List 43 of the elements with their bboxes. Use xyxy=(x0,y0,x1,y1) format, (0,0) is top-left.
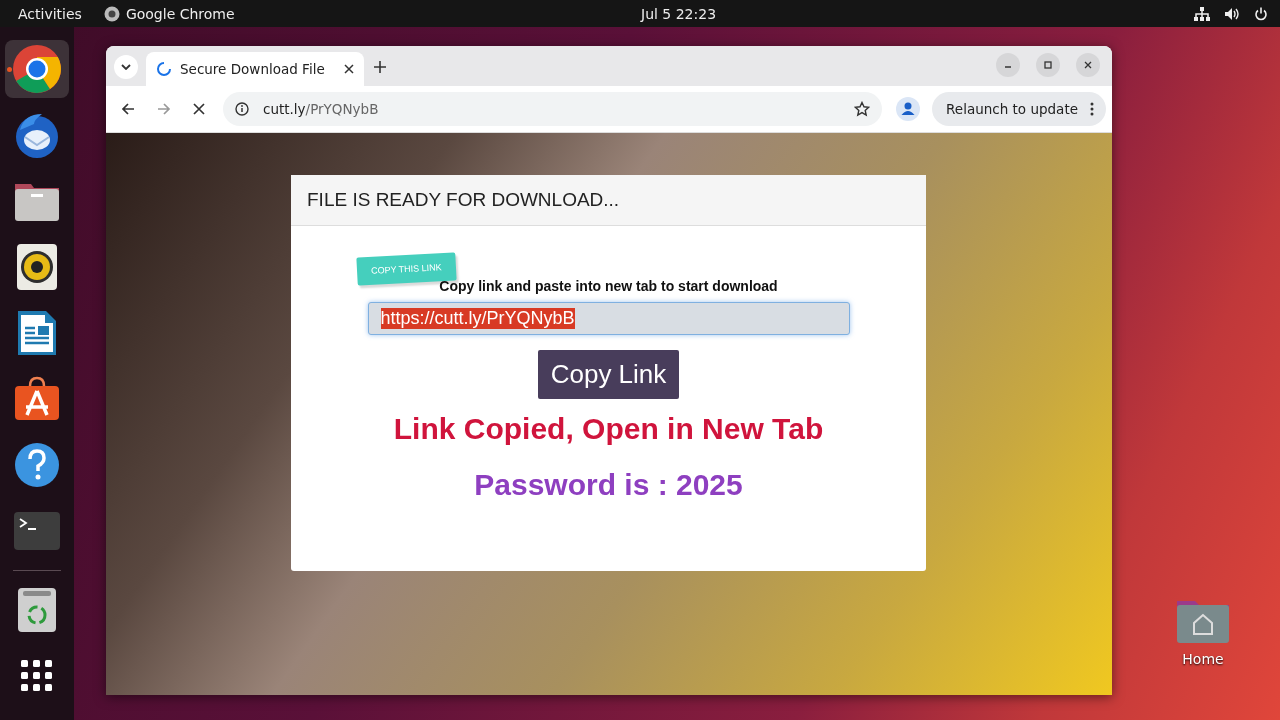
chevron-down-icon xyxy=(121,64,131,70)
more-icon[interactable] xyxy=(1090,102,1094,116)
forward-icon[interactable] xyxy=(157,102,171,116)
shopping-bag-icon xyxy=(14,376,60,422)
close-icon xyxy=(1083,60,1093,70)
relaunch-button[interactable]: Relaunch to update xyxy=(932,92,1106,126)
copy-link-button[interactable]: Copy Link xyxy=(537,350,680,399)
app-grid-icon xyxy=(21,660,53,692)
status-message: Link Copied, Open in New Tab xyxy=(393,412,824,446)
desktop-item[interactable]: Home xyxy=(1175,597,1231,667)
url-text: cutt.ly/PrYQNybB xyxy=(263,101,380,117)
power-icon[interactable] xyxy=(1254,6,1268,21)
help-icon xyxy=(14,442,60,488)
desktop-item-label: Home xyxy=(1182,651,1224,667)
trash-icon xyxy=(18,588,56,632)
browser-tab[interactable]: Secure Download File xyxy=(146,52,364,86)
chrome-icon xyxy=(12,44,62,94)
tab-search-button[interactable] xyxy=(114,55,138,79)
app-menu[interactable]: Google Chrome xyxy=(103,5,235,22)
stop-icon[interactable] xyxy=(193,103,205,115)
activities-button[interactable]: Activities xyxy=(18,5,82,22)
card-title: FILE IS READY FOR DOWNLOAD... xyxy=(307,189,620,211)
bookmark-star-icon[interactable] xyxy=(854,101,871,117)
maximize-button[interactable] xyxy=(1036,53,1060,77)
volume-icon[interactable] xyxy=(1224,6,1240,21)
network-icon[interactable] xyxy=(1194,6,1210,21)
close-icon[interactable] xyxy=(344,64,354,74)
info-icon[interactable] xyxy=(235,102,249,116)
app-icon xyxy=(103,5,120,22)
new-tab-icon[interactable] xyxy=(374,61,386,73)
tab-title: Secure Download File xyxy=(180,61,326,77)
password-text: Password is : 2025 xyxy=(474,468,743,502)
maximize-icon xyxy=(1043,60,1053,70)
link-field[interactable]: https://cutt.ly/PrYQNybB xyxy=(367,302,850,335)
back-icon[interactable] xyxy=(121,102,135,116)
speaker-icon xyxy=(17,244,57,290)
dock-item[interactable] xyxy=(5,40,69,98)
profile-icon[interactable] xyxy=(896,97,921,121)
address-bar[interactable]: cutt.ly/PrYQNybB xyxy=(223,92,883,126)
terminal-icon xyxy=(14,512,60,550)
close-button[interactable] xyxy=(1076,53,1100,77)
clock[interactable]: Jul 5 22:23 xyxy=(641,5,717,22)
document-icon xyxy=(17,310,57,356)
